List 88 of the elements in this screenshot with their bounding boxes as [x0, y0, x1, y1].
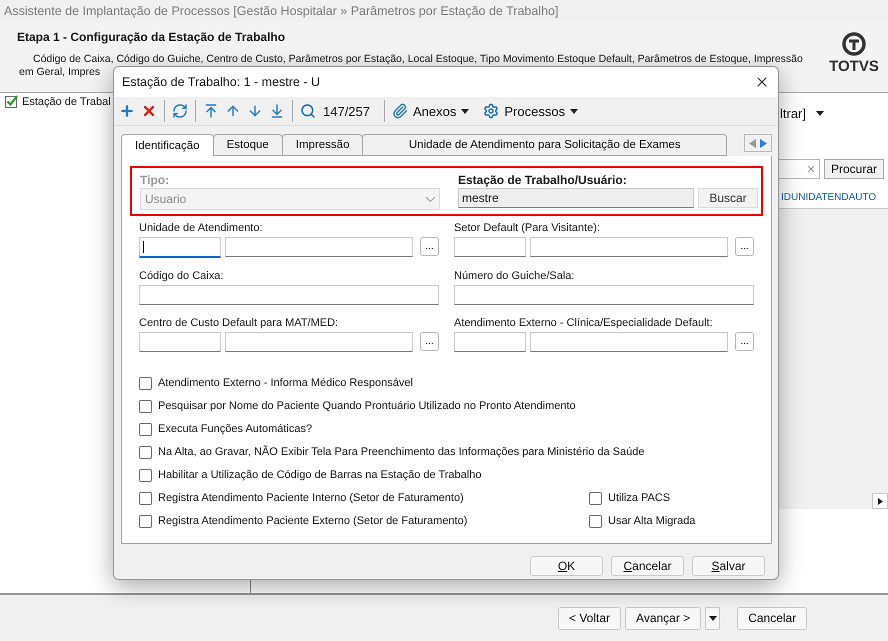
lookup-button[interactable]: ...: [420, 332, 439, 351]
lookup-button[interactable]: ...: [735, 332, 754, 351]
code-field[interactable]: [454, 237, 526, 257]
input-field[interactable]: mestre: [458, 188, 694, 208]
input-field[interactable]: [139, 285, 439, 305]
checkbox-label: Registra Atendimento Paciente Externo (Setor de Faturamento): [158, 515, 468, 527]
description-field[interactable]: [225, 332, 413, 352]
window-title: Assistente de Implantação de Processos [Gestão Hospitalar » Parâmetros por Estação de Trabalho]: [4, 4, 558, 18]
description-field[interactable]: [530, 237, 728, 257]
tab[interactable]: Estoque: [212, 134, 283, 156]
wizard-button[interactable]: Avançar >: [625, 606, 702, 630]
menu-button[interactable]: Anexos: [391, 103, 470, 119]
field-label: Tipo:: [140, 173, 170, 188]
step-description: Código de Caixa, Código do Guiche, Centro de Custo, Parâmetros por Estação, Local Estoque, Tipo Movimento Estoque Default, Parâmetros de Estoque, Impressão: [32, 53, 804, 66]
field-label: Centro de Custo Default para MAT/MED:: [139, 317, 340, 331]
record-counter: 147/257: [322, 104, 371, 118]
menu-button[interactable]: Processos: [482, 103, 580, 119]
checkbox[interactable]: [139, 422, 152, 436]
scroll-right-button[interactable]: [872, 493, 888, 509]
search-button[interactable]: [299, 103, 317, 119]
checkbox-label: Atendimento Externo - Informa Médico Responsável: [158, 377, 413, 389]
checkbox[interactable]: [139, 376, 152, 390]
checkbox-label: Registra Atendimento Paciente Interno (Setor de Faturamento): [158, 492, 464, 504]
tab[interactable]: Impressão: [282, 134, 364, 156]
field-label: Número do Guiche/Sala:: [454, 270, 576, 284]
code-field[interactable]: [139, 332, 221, 352]
logo-icon: [842, 32, 866, 56]
dialog-title: Estação de Trabalho: 1 - mestre - U: [122, 75, 320, 89]
code-field[interactable]: [139, 237, 221, 258]
search-button[interactable]: Buscar: [698, 188, 758, 208]
right-arrow-icon: [878, 498, 882, 504]
gear-icon: [483, 103, 500, 119]
refresh-button[interactable]: [171, 103, 189, 119]
caret-icon: [570, 108, 578, 114]
checkbox-label: Utiliza PACS: [608, 492, 670, 504]
up-arrow-icon: [225, 103, 241, 119]
description-field[interactable]: [225, 237, 413, 257]
tab-right-button[interactable]: [760, 138, 767, 148]
checkbox-label: Executa Funções Automáticas?: [158, 423, 312, 435]
field-label: Atendimento Externo - Clínica/Especialidade Default:: [454, 317, 714, 331]
lookup-button[interactable]: ...: [735, 237, 754, 256]
clear-icon: [806, 164, 816, 174]
down-arrow-icon: [247, 103, 263, 119]
description-field[interactable]: [530, 332, 728, 352]
checkbox[interactable]: [589, 514, 602, 528]
last-record-icon: [269, 103, 285, 119]
caret-icon: [816, 110, 824, 116]
delete-icon: [141, 103, 157, 119]
checkbox[interactable]: [139, 400, 152, 412]
caret-icon: [708, 616, 717, 620]
step-title: Etapa 1 - Configuração da Estação de Trabalho: [17, 30, 286, 44]
dialog-button[interactable]: Salvar: [692, 556, 765, 576]
field-label: Estação de Trabalho/Usuário:: [458, 173, 628, 188]
search-icon: [300, 103, 316, 119]
refresh-icon: [172, 103, 188, 119]
search-button[interactable]: Procurar: [824, 159, 884, 179]
checkbox-label: Pesquisar por Nome do Paciente Quando Prontuário Utilizado no Pronto Atendimento: [158, 400, 576, 412]
field-label: Unidade de Atendimento:: [139, 222, 264, 236]
checkbox[interactable]: [139, 492, 152, 504]
column-header[interactable]: IDUNIDATENDAUTO: [778, 192, 876, 202]
code-field[interactable]: [454, 332, 526, 352]
chevron-icon: [426, 196, 435, 202]
wizard-button[interactable]: < Voltar: [558, 606, 622, 630]
checkbox[interactable]: [139, 468, 152, 482]
checkbox[interactable]: [139, 514, 152, 528]
dropdown-button[interactable]: [705, 606, 720, 630]
field-label: Código do Caixa:: [139, 270, 224, 284]
tree-item[interactable]: Estação de Trabal: [22, 96, 111, 108]
tab[interactable]: Identificação: [121, 134, 214, 156]
caret-icon: [461, 108, 470, 114]
logo-text: TOTVS: [829, 58, 879, 75]
checkbox-label: Na Alta, ao Gravar, NÃO Exibir Tela Para Preenchimento das Informações para Ministério da Saúde: [158, 446, 644, 458]
add-icon: [119, 103, 135, 119]
tab[interactable]: Unidade de Atendimento para Solicitação de Exames: [362, 134, 727, 156]
checkbox[interactable]: [139, 446, 152, 458]
step-description: em Geral, Impres: [18, 66, 102, 79]
field-label: Setor Default (Para Visitante):: [454, 222, 601, 236]
filter-label[interactable]: ltrar]: [780, 106, 806, 120]
lookup-button[interactable]: ...: [420, 237, 439, 256]
checkbox[interactable]: [589, 492, 602, 504]
checkbox-label: Habilitar a Utilização de Código de Barras na Estação de Trabalho: [158, 469, 482, 481]
first-record-icon: [203, 103, 219, 119]
dialog-button[interactable]: Cancelar: [611, 556, 684, 576]
input-field[interactable]: [454, 285, 754, 305]
checkbox-label: Usar Alta Migrada: [608, 515, 696, 527]
paperclip-icon: [392, 103, 408, 119]
dialog-button[interactable]: OK: [530, 556, 603, 576]
wizard-button[interactable]: Cancelar: [737, 606, 808, 630]
